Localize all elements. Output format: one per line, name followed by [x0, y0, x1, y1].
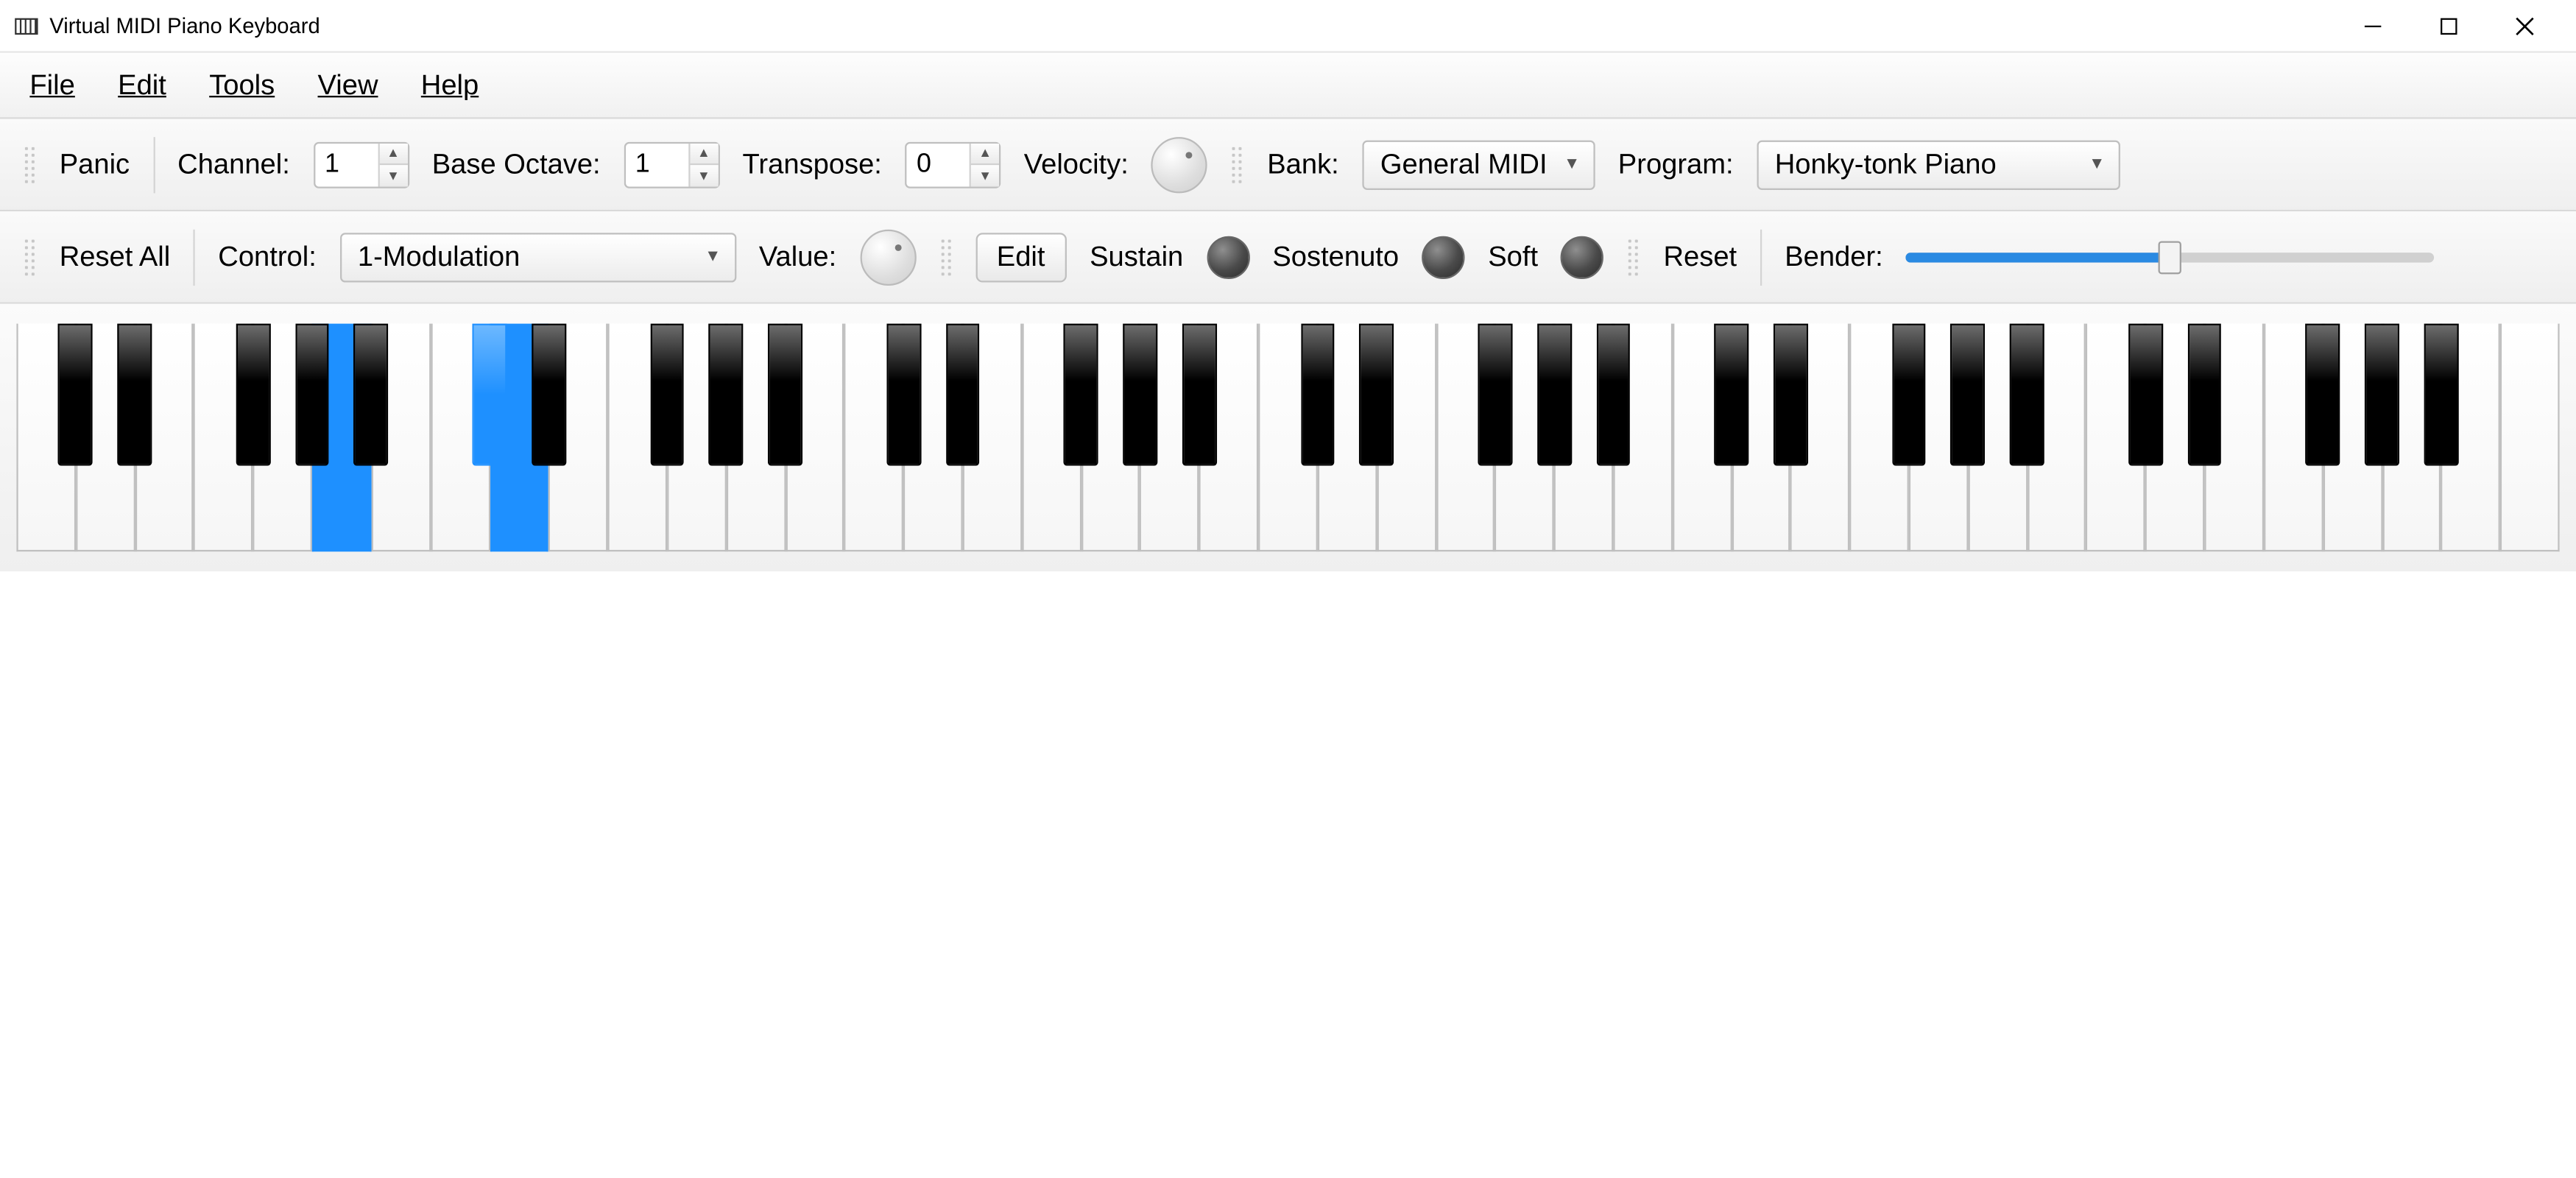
black-key[interactable] [532, 324, 566, 465]
panic-button[interactable]: Panic [60, 148, 130, 181]
control-value: 1-Modulation [358, 240, 688, 273]
chevron-down-icon: ▼ [705, 247, 721, 266]
black-key[interactable] [2187, 324, 2222, 465]
black-key[interactable] [1123, 324, 1157, 465]
black-key[interactable] [1596, 324, 1631, 465]
piano-keyboard [16, 324, 2559, 552]
base-octave-label: Base Octave: [432, 148, 601, 181]
chevron-down-icon[interactable]: ▼ [690, 165, 718, 186]
black-key[interactable] [1774, 324, 1808, 465]
window-title: Virtual MIDI Piano Keyboard [49, 13, 320, 38]
menu-view[interactable]: View [318, 68, 378, 102]
black-key[interactable] [1360, 324, 1394, 465]
program-combo[interactable]: Honky-tonk Piano ▼ [1757, 140, 2120, 189]
black-key[interactable] [295, 324, 330, 465]
sustain-label: Sustain [1090, 240, 1183, 273]
black-key[interactable] [1892, 324, 1927, 465]
toolbar-grip[interactable] [23, 144, 36, 184]
black-key[interactable] [1951, 324, 1986, 465]
black-key[interactable] [2424, 324, 2459, 465]
program-value: Honky-tonk Piano [1775, 148, 2072, 181]
toolbar-grip[interactable] [1231, 144, 1244, 184]
black-key[interactable] [945, 324, 980, 465]
chevron-down-icon: ▼ [1564, 155, 1580, 174]
sustain-indicator[interactable] [1207, 236, 1249, 278]
control-combo[interactable]: 1-Modulation ▼ [339, 232, 735, 281]
black-key[interactable] [1478, 324, 1512, 465]
menu-help[interactable]: Help [421, 68, 479, 102]
program-label: Program: [1618, 148, 1734, 181]
channel-label: Channel: [177, 148, 290, 181]
transpose-input[interactable] [907, 143, 970, 186]
sostenuto-indicator[interactable] [1422, 236, 1464, 278]
channel-input[interactable] [314, 143, 377, 186]
soft-label: Soft [1488, 240, 1538, 273]
chevron-down-icon[interactable]: ▼ [379, 165, 407, 186]
toolbar-grip[interactable] [1627, 237, 1640, 277]
black-key[interactable] [1300, 324, 1335, 465]
chevron-down-icon: ▼ [2089, 155, 2105, 174]
app-icon [13, 13, 40, 39]
edit-button[interactable]: Edit [975, 232, 1067, 281]
bender-label: Bender: [1785, 240, 1883, 273]
black-key[interactable] [1715, 324, 1749, 465]
titlebar: Virtual MIDI Piano Keyboard [0, 0, 2576, 53]
sostenuto-label: Sostenuto [1272, 240, 1399, 273]
transpose-spin[interactable]: ▲▼ [905, 141, 1001, 188]
black-key[interactable] [650, 324, 685, 465]
black-key[interactable] [886, 324, 921, 465]
chevron-down-icon[interactable]: ▼ [971, 165, 999, 186]
velocity-label: Velocity: [1024, 148, 1129, 181]
menu-file[interactable]: File [29, 68, 74, 102]
value-label: Value: [759, 240, 836, 273]
black-key[interactable] [236, 324, 270, 465]
toolbar-main: Panic Channel: ▲▼ Base Octave: ▲▼ Transp… [0, 119, 2576, 211]
base-octave-spin[interactable]: ▲▼ [624, 141, 719, 188]
bank-label: Bank: [1267, 148, 1339, 181]
close-button[interactable] [2487, 0, 2563, 52]
menu-tools[interactable]: Tools [209, 68, 275, 102]
chevron-up-icon[interactable]: ▲ [690, 143, 718, 165]
velocity-knob[interactable] [1151, 136, 1207, 192]
menubar: File Edit Tools View Help [0, 53, 2576, 119]
black-key[interactable] [473, 324, 507, 465]
channel-spin[interactable]: ▲▼ [313, 141, 409, 188]
bender-slider[interactable] [1906, 240, 2435, 273]
transpose-label: Transpose: [743, 148, 882, 181]
toolbar-grip[interactable] [23, 237, 36, 277]
black-key[interactable] [1064, 324, 1098, 465]
toolbar-controllers: Reset All Control: 1-Modulation ▼ Value:… [0, 211, 2576, 304]
black-key[interactable] [2010, 324, 2044, 465]
black-key[interactable] [2128, 324, 2163, 465]
reset-all-button[interactable]: Reset All [60, 240, 170, 273]
soft-indicator[interactable] [1561, 236, 1603, 278]
chevron-up-icon[interactable]: ▲ [379, 143, 407, 165]
black-key[interactable] [118, 324, 152, 465]
maximize-button[interactable] [2411, 0, 2487, 52]
toolbar-grip[interactable] [939, 237, 952, 277]
black-key[interactable] [768, 324, 802, 465]
chevron-up-icon[interactable]: ▲ [971, 143, 999, 165]
black-key[interactable] [58, 324, 93, 465]
bank-value: General MIDI [1380, 148, 1548, 181]
reset-button[interactable]: Reset [1664, 240, 1737, 273]
black-key[interactable] [354, 324, 389, 465]
black-key[interactable] [1537, 324, 1572, 465]
black-key[interactable] [2306, 324, 2340, 465]
menu-edit[interactable]: Edit [118, 68, 166, 102]
value-knob[interactable] [860, 229, 916, 285]
black-key[interactable] [2365, 324, 2399, 465]
base-octave-input[interactable] [625, 143, 688, 186]
piano-container [0, 304, 2576, 571]
minimize-button[interactable] [2335, 0, 2411, 52]
bank-combo[interactable]: General MIDI ▼ [1362, 140, 1595, 189]
white-key[interactable] [2500, 324, 2559, 552]
black-key[interactable] [1182, 324, 1217, 465]
control-label: Control: [218, 240, 317, 273]
black-key[interactable] [709, 324, 744, 465]
